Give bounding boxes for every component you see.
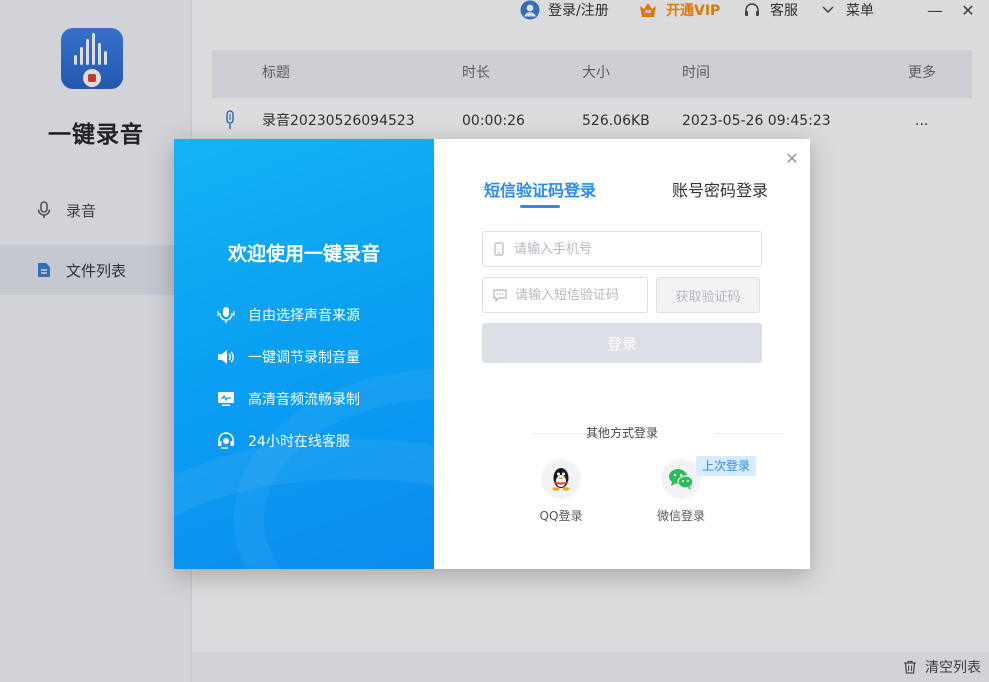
tab-sms-login[interactable]: 短信验证码登录	[484, 177, 596, 201]
feature-item: 高清音频流畅录制	[216, 389, 360, 409]
qq-login-button[interactable]: QQ登录	[521, 459, 601, 524]
monitor-icon	[216, 389, 236, 409]
feature-item: 自由选择声音来源	[216, 305, 360, 325]
active-tab-indicator	[520, 205, 560, 208]
qq-icon	[541, 459, 581, 499]
other-login-label: 其他方式登录	[585, 426, 658, 440]
mic-wave-icon	[216, 305, 236, 325]
headset-icon	[216, 431, 236, 451]
feature-item: 一键调节录制音量	[216, 347, 360, 367]
divider-line	[714, 433, 784, 434]
phone-icon	[493, 242, 506, 256]
feature-item: 24小时在线客服	[216, 431, 350, 451]
welcome-panel: 欢迎使用一键录音 自由选择声音来源 一键调节录制音量 高清音频流畅录制 24小时…	[174, 139, 434, 569]
sms-code-input[interactable]	[515, 287, 647, 303]
wechat-icon	[661, 459, 701, 499]
login-dialog: 欢迎使用一键录音 自由选择声音来源 一键调节录制音量 高清音频流畅录制 24小时…	[174, 139, 810, 569]
login-button[interactable]: 登录	[482, 323, 762, 363]
last-login-badge: 上次登录	[696, 456, 757, 476]
close-icon[interactable]: ✕	[784, 151, 800, 167]
speaker-icon	[216, 347, 236, 367]
get-code-button[interactable]: 获取验证码	[656, 277, 760, 313]
phone-field[interactable]	[482, 231, 762, 267]
tab-password-login[interactable]: 账号密码登录	[672, 177, 768, 201]
welcome-title: 欢迎使用一键录音	[227, 243, 380, 265]
message-icon	[493, 288, 507, 302]
sms-code-field[interactable]	[482, 277, 648, 313]
phone-input[interactable]	[513, 241, 761, 257]
